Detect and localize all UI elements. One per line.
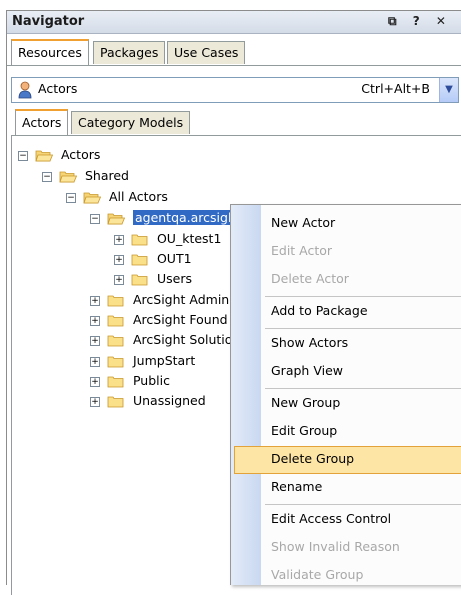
expand-icon[interactable]: + <box>90 396 100 407</box>
tabs-divider <box>7 65 461 66</box>
tree-node-label: ArcSight Admin <box>132 292 230 307</box>
tree-node-sibling[interactable]: + Public <box>90 372 170 390</box>
menu-item-graph-view[interactable]: Graph View <box>271 360 343 382</box>
tree-node-label: ArcSight Solutio <box>132 332 233 347</box>
tab-use-cases[interactable]: Use Cases <box>167 41 246 64</box>
tab-category-models[interactable]: Category Models <box>71 111 191 134</box>
expand-icon[interactable]: + <box>114 254 124 265</box>
open-folder-icon <box>83 192 101 204</box>
menu-item-delete-actor: Delete Actor <box>271 271 349 286</box>
tab-packages[interactable]: Packages <box>93 41 166 64</box>
expand-icon[interactable]: + <box>114 234 124 245</box>
menu-item-validate-group: Validate Group <box>271 567 364 582</box>
tree-node-label: OUT1 <box>156 251 192 266</box>
tab-actors[interactable]: Actors <box>15 109 69 135</box>
window-control-icons[interactable]: ⧉ ? ✕ <box>388 14 452 29</box>
tree-node-label: Users <box>156 271 192 286</box>
tree-node-sibling[interactable]: + ArcSight Found <box>90 311 228 329</box>
navigator-title-bar: Navigator ⧉ ? ✕ <box>7 11 461 34</box>
folder-icon <box>131 254 148 266</box>
open-folder-icon <box>107 213 125 225</box>
menu-item-edit-access-control[interactable]: Edit Access Control <box>271 508 391 530</box>
tree-node-label: JumpStart <box>132 353 196 368</box>
tree-node-label: ArcSight Found <box>132 312 228 327</box>
folder-icon <box>131 234 148 246</box>
tree-node-label: Actors <box>60 147 101 162</box>
menu-item-edit-actor: Edit Actor <box>271 243 333 258</box>
tree-node-label: Unassigned <box>132 393 206 408</box>
folder-icon <box>107 335 124 347</box>
tree-node-child[interactable]: + Users <box>114 270 192 288</box>
menu-separator <box>265 504 461 505</box>
expand-icon[interactable]: + <box>114 274 124 285</box>
tree-node-actors[interactable]: − Actors <box>18 146 100 164</box>
resource-type-shortcut: Ctrl+Alt+B <box>361 81 430 96</box>
tree-node-label: OU_ktest1 <box>156 231 222 246</box>
actor-icon <box>18 81 32 99</box>
open-folder-icon <box>35 150 53 162</box>
menu-item-show-invalid-reason: Show Invalid Reason <box>271 539 400 554</box>
tree-node-label: All Actors <box>108 189 168 204</box>
menu-separator <box>265 328 461 329</box>
resource-type-label: Actors <box>38 81 78 96</box>
menu-icon-strip <box>231 205 261 585</box>
chevron-down-icon[interactable]: ▼ <box>439 78 458 102</box>
menu-separator <box>265 388 461 389</box>
menu-item-rename[interactable]: Rename <box>271 476 322 498</box>
menu-separator <box>265 296 461 297</box>
collapse-icon[interactable]: − <box>18 150 28 161</box>
tree-node-sibling[interactable]: + ArcSight Admin <box>90 291 229 309</box>
collapse-icon[interactable]: − <box>90 213 100 224</box>
expand-icon[interactable]: + <box>90 315 100 326</box>
resource-type-selector[interactable]: Actors Ctrl+Alt+B ▼ <box>11 77 459 103</box>
expand-icon[interactable]: + <box>90 376 100 387</box>
expand-icon[interactable]: + <box>90 356 100 367</box>
menu-item-show-actors[interactable]: Show Actors <box>271 332 348 354</box>
open-folder-icon <box>59 171 77 183</box>
menu-item-edit-group[interactable]: Edit Group <box>271 420 337 442</box>
folder-icon <box>107 376 124 388</box>
menu-item-new-actor[interactable]: New Actor <box>271 212 335 234</box>
collapse-icon[interactable]: − <box>42 171 52 182</box>
tree-node-shared[interactable]: − Shared <box>42 167 129 185</box>
menu-item-add-to-package[interactable]: Add to Package <box>271 300 368 322</box>
expand-icon[interactable]: + <box>90 295 100 306</box>
menu-item-new-group[interactable]: New Group <box>271 392 340 414</box>
folder-icon <box>107 396 124 408</box>
tree-node-child[interactable]: + OUT1 <box>114 250 192 268</box>
context-menu: New Actor Edit Actor Delete Actor Add to… <box>230 204 461 585</box>
tree-node-sibling[interactable]: + Unassigned <box>90 392 206 410</box>
folder-icon <box>107 295 124 307</box>
tree-node-all-actors[interactable]: − All Actors <box>66 188 168 206</box>
folder-icon <box>107 356 124 368</box>
tab-resources[interactable]: Resources <box>11 39 89 65</box>
navigator-title: Navigator <box>12 14 85 29</box>
tree-node-sibling[interactable]: + ArcSight Solutio <box>90 331 232 349</box>
tree-node-label: Public <box>132 373 170 388</box>
tree-node-sibling[interactable]: + JumpStart <box>90 352 195 370</box>
folder-icon <box>107 315 124 327</box>
collapse-icon[interactable]: − <box>66 192 76 203</box>
tree-node-child[interactable]: + OU_ktest1 <box>114 230 221 248</box>
folder-icon <box>131 274 148 286</box>
menu-item-delete-group[interactable]: Delete Group <box>271 448 354 470</box>
expand-icon[interactable]: + <box>90 335 100 346</box>
tree-node-label: Shared <box>84 168 129 183</box>
